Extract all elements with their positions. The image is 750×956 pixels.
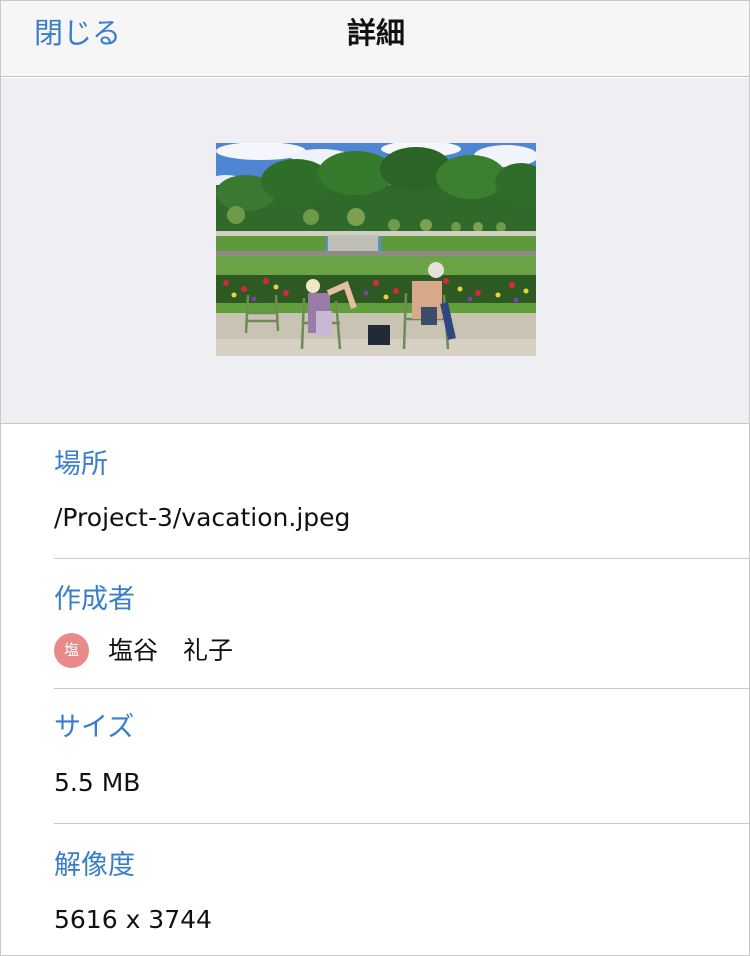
- photo-thumbnail-image: [216, 143, 536, 356]
- author-label: 作成者: [54, 584, 135, 615]
- page-title: 詳細: [346, 16, 405, 50]
- resolution-label: 解像度: [54, 850, 135, 881]
- resolution-row: 解像度 5616 x 3744: [1, 824, 749, 955]
- author-name: 塩谷 礼子: [108, 636, 234, 665]
- size-label: サイズ: [54, 712, 135, 743]
- photo-thumbnail[interactable]: [216, 143, 536, 356]
- author-row: 作成者 塩 塩谷 礼子: [1, 559, 749, 689]
- navigation-bar: 閉じる 詳細: [1, 1, 749, 77]
- location-value: /Project-3/vacation.jpeg: [54, 503, 351, 532]
- details-screen: 閉じる 詳細 場所 /Project-3/vacation.jpeg 作成者 塩…: [0, 0, 750, 956]
- avatar: 塩: [54, 633, 89, 668]
- location-row: 場所 /Project-3/vacation.jpeg: [1, 424, 749, 559]
- location-label: 場所: [54, 449, 108, 480]
- size-row: サイズ 5.5 MB: [1, 689, 749, 824]
- image-preview-area: [1, 78, 749, 424]
- size-value: 5.5 MB: [54, 768, 141, 797]
- resolution-value: 5616 x 3744: [54, 905, 212, 934]
